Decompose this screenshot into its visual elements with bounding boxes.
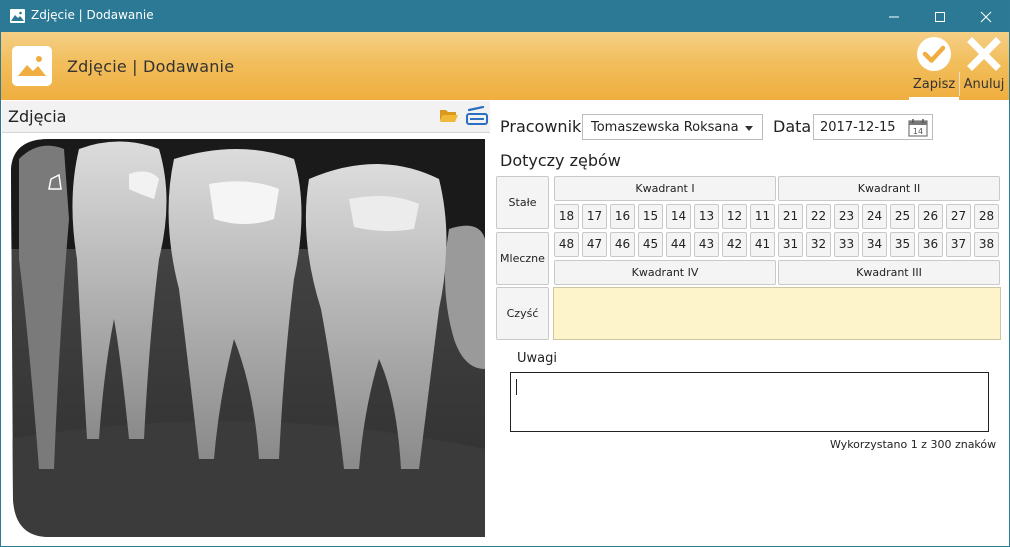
date-label: Data <box>773 117 812 136</box>
minimize-icon <box>889 16 899 18</box>
tooth-33-button[interactable]: 33 <box>834 232 859 257</box>
calendar-icon[interactable]: 14 <box>908 118 928 137</box>
employee-label: Pracownik <box>500 117 582 136</box>
page-title: Zdjęcie | Dodawanie <box>67 57 235 76</box>
selected-teeth-area[interactable] <box>553 287 1001 340</box>
tooth-34-button[interactable]: 34 <box>862 232 887 257</box>
app-window: Zdjęcie | Dodawanie Zdjęcie | Dodawanie … <box>0 0 1010 547</box>
row-clear-button[interactable]: Czyść <box>496 287 549 340</box>
tooth-42-button[interactable]: 42 <box>722 232 747 257</box>
quadrant-2-button[interactable]: Kwadrant II <box>778 176 1000 201</box>
tooth-48-button[interactable]: 48 <box>554 232 579 257</box>
image-app-icon <box>10 9 25 23</box>
row-milk-button[interactable]: Mleczne <box>496 232 549 285</box>
maximize-button[interactable] <box>917 1 963 32</box>
quadrant-4-button[interactable]: Kwadrant IV <box>554 260 776 285</box>
cancel-label: Anuluj <box>963 77 1005 92</box>
calendar-day-text: 14 <box>913 127 923 136</box>
title-bar: Zdjęcie | Dodawanie <box>1 1 1009 32</box>
character-counter: Wykorzystano 1 z 300 znaków <box>830 438 997 451</box>
tooth-15-button[interactable]: 15 <box>638 204 663 229</box>
tooth-16-button[interactable]: 16 <box>610 204 635 229</box>
tooth-26-button[interactable]: 26 <box>918 204 943 229</box>
photos-panel-header: Zdjęcia <box>2 101 490 133</box>
tooth-27-button[interactable]: 27 <box>946 204 971 229</box>
date-field[interactable]: 2017-12-15 14 <box>813 114 933 140</box>
minimize-button[interactable] <box>871 1 917 32</box>
quadrant-3-button[interactable]: Kwadrant III <box>778 260 1000 285</box>
tooth-11-button[interactable]: 11 <box>750 204 775 229</box>
photo-logo-icon <box>12 46 52 86</box>
employee-select[interactable]: Tomaszewska Roksana <box>582 114 763 140</box>
cross-icon <box>967 37 1001 71</box>
photos-panel-title: Zdjęcia <box>8 107 67 126</box>
tooth-23-button[interactable]: 23 <box>834 204 859 229</box>
tooth-14-button[interactable]: 14 <box>666 204 691 229</box>
tooth-44-button[interactable]: 44 <box>666 232 691 257</box>
tooth-17-button[interactable]: 17 <box>582 204 607 229</box>
notes-textarea[interactable] <box>510 372 989 432</box>
tooth-18-button[interactable]: 18 <box>554 204 579 229</box>
tooth-22-button[interactable]: 22 <box>806 204 831 229</box>
window-title: Zdjęcie | Dodawanie <box>31 8 154 22</box>
employee-value: Tomaszewska Roksana <box>591 120 739 135</box>
notes-label: Uwagi <box>517 351 557 366</box>
tooth-24-button[interactable]: 24 <box>862 204 887 229</box>
save-label: Zapisz <box>912 77 956 92</box>
maximize-icon <box>935 12 945 22</box>
cancel-button[interactable]: Anuluj <box>960 32 1008 100</box>
tooth-38-button[interactable]: 38 <box>974 232 999 257</box>
scanner-icon[interactable] <box>466 105 488 130</box>
tooth-12-button[interactable]: 12 <box>722 204 747 229</box>
tooth-13-button[interactable]: 13 <box>694 204 719 229</box>
tooth-41-button[interactable]: 41 <box>750 232 775 257</box>
tooth-31-button[interactable]: 31 <box>778 232 803 257</box>
tooth-35-button[interactable]: 35 <box>890 232 915 257</box>
row-permanent-button[interactable]: Stałe <box>496 176 549 229</box>
close-button[interactable] <box>963 1 1009 32</box>
tooth-37-button[interactable]: 37 <box>946 232 971 257</box>
date-value: 2017-12-15 <box>820 120 896 135</box>
chevron-down-icon <box>745 126 753 131</box>
tooth-46-button[interactable]: 46 <box>610 232 635 257</box>
tooth-28-button[interactable]: 28 <box>974 204 999 229</box>
close-icon <box>980 11 992 23</box>
text-caret <box>516 379 517 395</box>
tooth-45-button[interactable]: 45 <box>638 232 663 257</box>
tooth-43-button[interactable]: 43 <box>694 232 719 257</box>
tooth-32-button[interactable]: 32 <box>806 232 831 257</box>
tooth-25-button[interactable]: 25 <box>890 204 915 229</box>
tooth-21-button[interactable]: 21 <box>778 204 803 229</box>
quadrant-1-button[interactable]: Kwadrant I <box>554 176 776 201</box>
header-bar: Zdjęcie | Dodawanie Zapisz Anuluj <box>1 32 1009 100</box>
dental-xray-image <box>11 139 485 537</box>
teeth-section-title: Dotyczy zębów <box>500 151 621 170</box>
checkmark-icon <box>917 37 951 71</box>
open-folder-icon[interactable] <box>439 107 459 127</box>
tooth-47-button[interactable]: 47 <box>582 232 607 257</box>
save-button[interactable]: Zapisz <box>909 32 960 100</box>
tooth-36-button[interactable]: 36 <box>918 232 943 257</box>
